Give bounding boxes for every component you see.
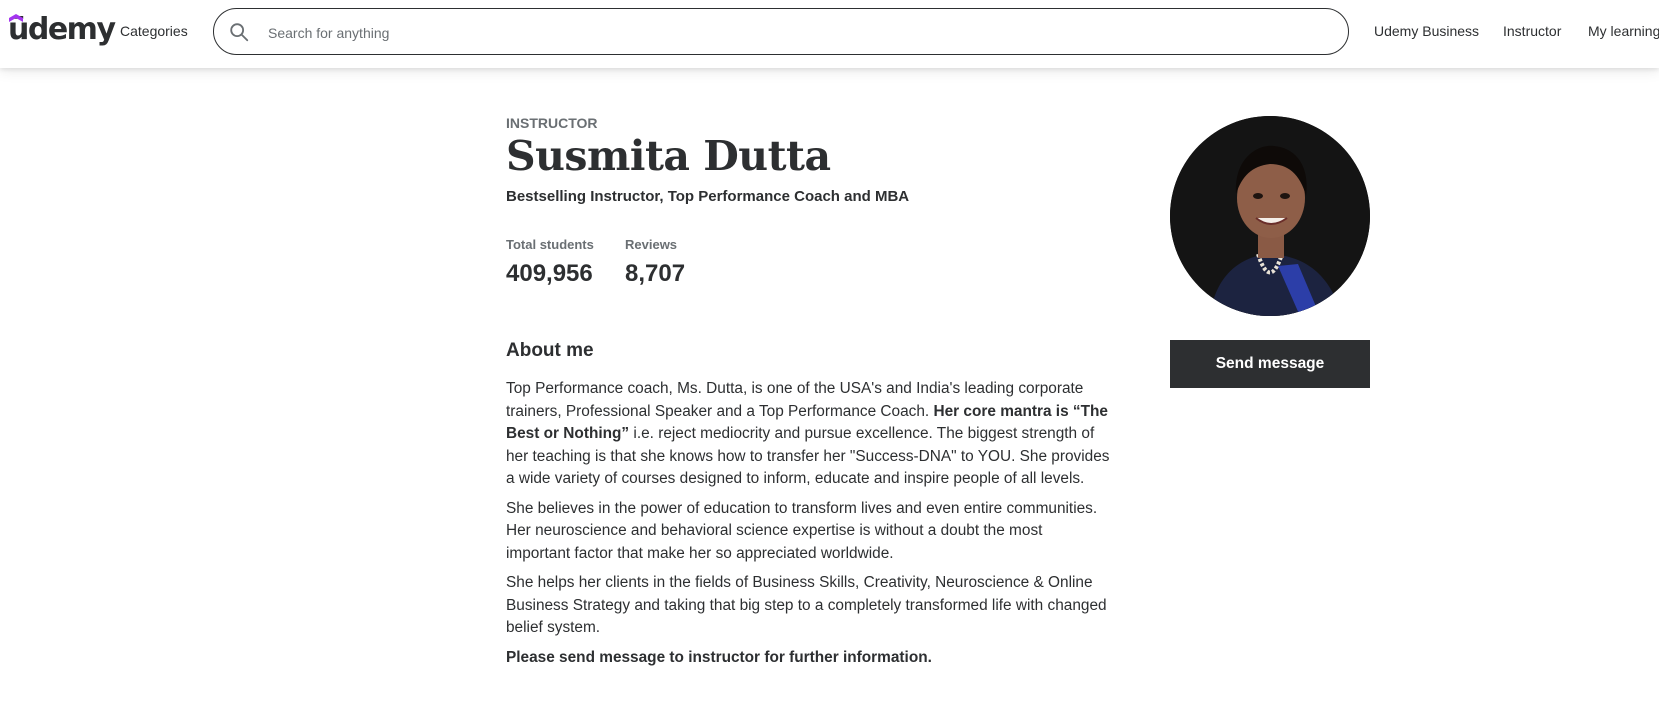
about-me-heading: About me [506, 340, 594, 361]
bio-emphasis: Please send message to instructor for fu… [506, 648, 932, 666]
search-input[interactable] [266, 18, 1170, 48]
search-bar[interactable] [213, 8, 1349, 55]
stat-value: 8,707 [625, 260, 686, 287]
categories-link[interactable]: Categories [120, 21, 188, 41]
instructor-avatar [1170, 116, 1370, 316]
udemy-business-link[interactable]: Udemy Business [1374, 21, 1479, 41]
bio-paragraph: She helps her clients in the fields of B… [506, 574, 1107, 636]
stat-reviews: Reviews 8,707 [625, 237, 685, 288]
bio-paragraph: Please send message to instructor for fu… [506, 647, 1110, 670]
about-me-text: Top Performance coach, Ms. Dutta, is one… [506, 378, 1110, 676]
stat-total-students: Total students 409,956 [506, 237, 594, 288]
bio-paragraph: She believes in the power of education t… [506, 499, 1098, 562]
send-message-button[interactable]: Send message [1170, 340, 1370, 388]
stat-label: Reviews [625, 237, 678, 252]
instructor-photo [1170, 116, 1370, 316]
search-icon[interactable] [228, 21, 250, 43]
profile-eyebrow: INSTRUCTOR [506, 115, 598, 131]
logo-text: ūdemy [8, 12, 116, 47]
instructor-link[interactable]: Instructor [1503, 21, 1561, 41]
instructor-name: Susmita Dutta [506, 132, 831, 180]
my-learning-link[interactable]: My learning [1588, 21, 1659, 41]
stat-label: Total students [506, 237, 594, 252]
bio-paragraph: Top Performance coach, Ms. Dutta, is one… [506, 378, 1110, 491]
stat-value: 409,956 [506, 260, 593, 287]
logo-cap-icon [9, 14, 23, 22]
top-navigation-bar: ūdemy Categories Udemy Business Instruct… [0, 0, 1659, 68]
instructor-headline: Bestselling Instructor, Top Performance … [506, 188, 910, 205]
udemy-logo[interactable]: ūdemy [8, 10, 116, 50]
